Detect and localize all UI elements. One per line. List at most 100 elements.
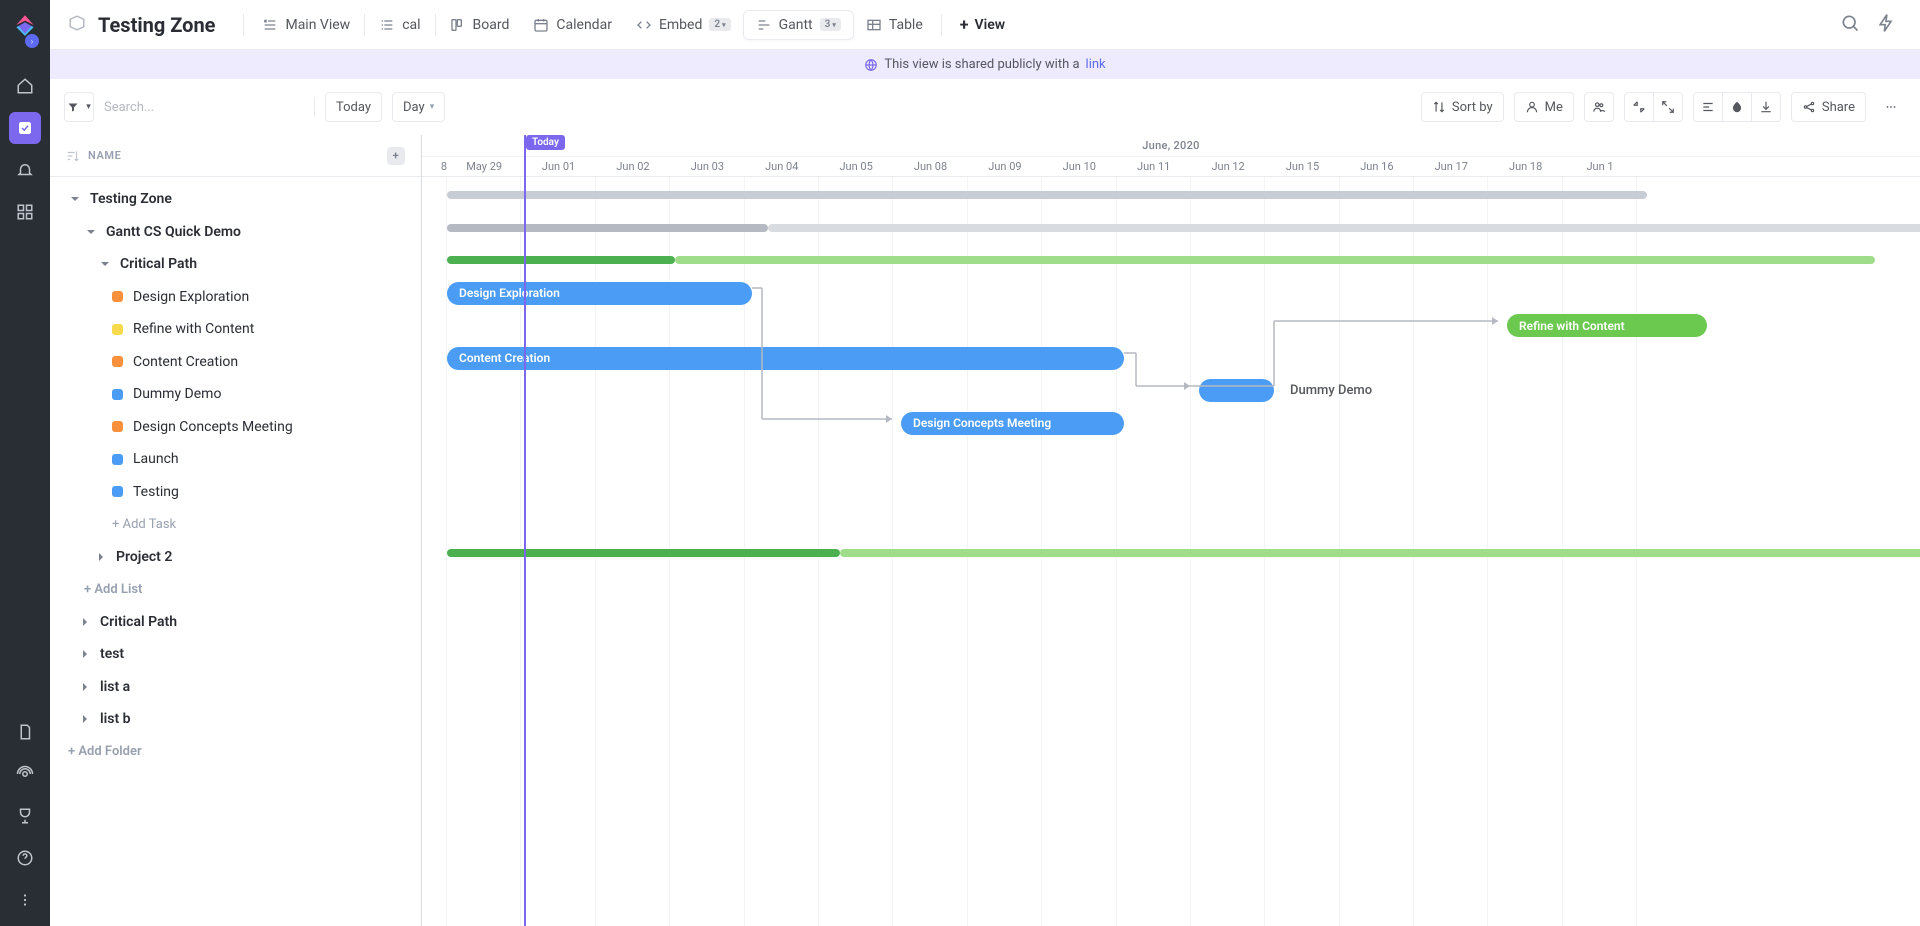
tree-row[interactable]: Launch (50, 443, 421, 476)
summary-bar[interactable] (447, 224, 768, 232)
nav-rail: › (0, 0, 50, 926)
tree-row[interactable]: Content Creation (50, 346, 421, 379)
status-square (112, 486, 123, 497)
panel-heading: NAME (88, 149, 121, 162)
status-square (112, 324, 123, 335)
app-logo[interactable] (12, 12, 38, 38)
task-bar[interactable]: Design Concepts Meeting (901, 412, 1124, 435)
task-bar[interactable]: Refine with Content (1507, 314, 1707, 337)
chevron-right-icon (78, 712, 92, 726)
tree-row[interactable]: Critical Path (50, 248, 421, 281)
tree-row[interactable]: Dummy Demo (50, 378, 421, 411)
me-filter[interactable]: Me (1514, 92, 1574, 122)
tree-row[interactable]: list a (50, 671, 421, 704)
public-link[interactable]: link (1086, 57, 1106, 72)
day-header: Jun 04 (745, 157, 819, 176)
search-input[interactable] (104, 92, 304, 122)
view-tab-board[interactable]: Board (438, 11, 522, 39)
today-button[interactable]: Today (325, 92, 382, 122)
rail-pulse[interactable] (9, 758, 41, 790)
rail-goals[interactable] (9, 800, 41, 832)
tree-row[interactable]: Testing (50, 476, 421, 509)
topbar: Testing Zone Main ViewcalBoardCalendarEm… (50, 0, 1920, 50)
view-tab-gantt[interactable]: Gantt3 ▾ (743, 10, 854, 40)
view-tab-cal[interactable]: cal (367, 11, 432, 39)
tree-row[interactable]: Gantt CS Quick Demo (50, 216, 421, 249)
automations-icon[interactable] (1870, 7, 1902, 43)
rail-home[interactable] (9, 70, 41, 102)
tree-row[interactable]: Design Concepts Meeting (50, 411, 421, 444)
day-header: Jun 16 (1340, 157, 1414, 176)
gantt-controls: ▾ Today Day▾ Sort by Me Share (50, 79, 1920, 135)
task-panel: NAME + Testing ZoneGantt CS Quick DemoCr… (50, 135, 422, 926)
space-icon (68, 14, 86, 36)
tree-row[interactable]: list b (50, 703, 421, 736)
view-tab-embed[interactable]: Embed2 ▾ (624, 11, 743, 39)
chevron-down-icon (98, 257, 112, 271)
day-header: Jun 12 (1191, 157, 1265, 176)
chevron-right-icon (94, 550, 108, 564)
status-square (112, 291, 123, 302)
more-button[interactable] (1876, 92, 1906, 122)
add-row[interactable]: + Add List (50, 573, 421, 606)
filter-button[interactable]: ▾ (64, 92, 94, 122)
expand-button[interactable] (1653, 92, 1683, 122)
day-header: 8 (422, 157, 447, 176)
view-tab-table[interactable]: Table (854, 11, 935, 39)
tree-row[interactable]: Critical Path (50, 606, 421, 639)
share-button[interactable]: Share (1791, 92, 1866, 122)
public-share-banner: This view is shared publicly with a link (50, 50, 1920, 79)
rail-notifications[interactable] (9, 154, 41, 186)
download-button[interactable] (1751, 92, 1781, 122)
settings-button[interactable] (1693, 92, 1723, 122)
rail-dashboards[interactable] (9, 196, 41, 228)
summary-bar[interactable] (447, 191, 1647, 199)
day-header: Jun 15 (1265, 157, 1339, 176)
scale-selector[interactable]: Day▾ (392, 92, 445, 122)
today-line (524, 135, 526, 926)
summary-bar[interactable] (447, 549, 840, 557)
task-bar[interactable]: Content Creation (447, 347, 1124, 370)
task-bar[interactable]: Design Exploration (447, 282, 752, 305)
day-header: Jun 18 (1488, 157, 1562, 176)
day-header: Jun 02 (596, 157, 670, 176)
add-row[interactable]: + Add Folder (50, 736, 421, 769)
view-tab-main[interactable]: Main View (250, 11, 362, 39)
page-title: Testing Zone (98, 13, 215, 37)
tree-row[interactable]: test (50, 638, 421, 671)
color-button[interactable] (1722, 92, 1752, 122)
assignees-button[interactable] (1584, 92, 1614, 122)
summary-bar[interactable] (840, 549, 1920, 557)
tree-row[interactable]: Project 2 (50, 541, 421, 574)
rail-help[interactable] (9, 842, 41, 874)
summary-bar[interactable] (447, 256, 675, 264)
status-square (112, 356, 123, 367)
tree-row[interactable]: Testing Zone (50, 183, 421, 216)
day-header: Jun 10 (1042, 157, 1116, 176)
day-header: Jun 11 (1117, 157, 1191, 176)
summary-bar[interactable] (675, 256, 1875, 264)
tree-row[interactable]: Design Exploration (50, 281, 421, 314)
sort-button[interactable]: Sort by (1421, 92, 1504, 122)
day-header: Jun 03 (670, 157, 744, 176)
day-header: May 29 (447, 157, 521, 176)
add-view-button[interactable]: +View (948, 9, 1017, 40)
status-square (112, 421, 123, 432)
collapse-button[interactable] (1624, 92, 1654, 122)
chevron-down-icon (84, 225, 98, 239)
add-row[interactable]: + Add Task (50, 508, 421, 541)
globe-icon (864, 58, 878, 72)
day-header: Jun 17 (1414, 157, 1488, 176)
gantt-chart[interactable]: June, 2020 8May 29Jun 01Jun 02Jun 03Jun … (422, 135, 1920, 926)
search-icon[interactable] (1834, 7, 1866, 43)
task-bar[interactable] (1199, 379, 1274, 402)
summary-bar[interactable] (768, 224, 1920, 232)
rail-tasks[interactable] (9, 112, 41, 144)
chevron-right-icon (78, 647, 92, 661)
add-button[interactable]: + (387, 147, 405, 165)
rail-docs[interactable] (9, 716, 41, 748)
status-square (112, 454, 123, 465)
tree-row[interactable]: Refine with Content (50, 313, 421, 346)
rail-more[interactable] (9, 884, 41, 916)
view-tab-calendar[interactable]: Calendar (521, 11, 624, 39)
